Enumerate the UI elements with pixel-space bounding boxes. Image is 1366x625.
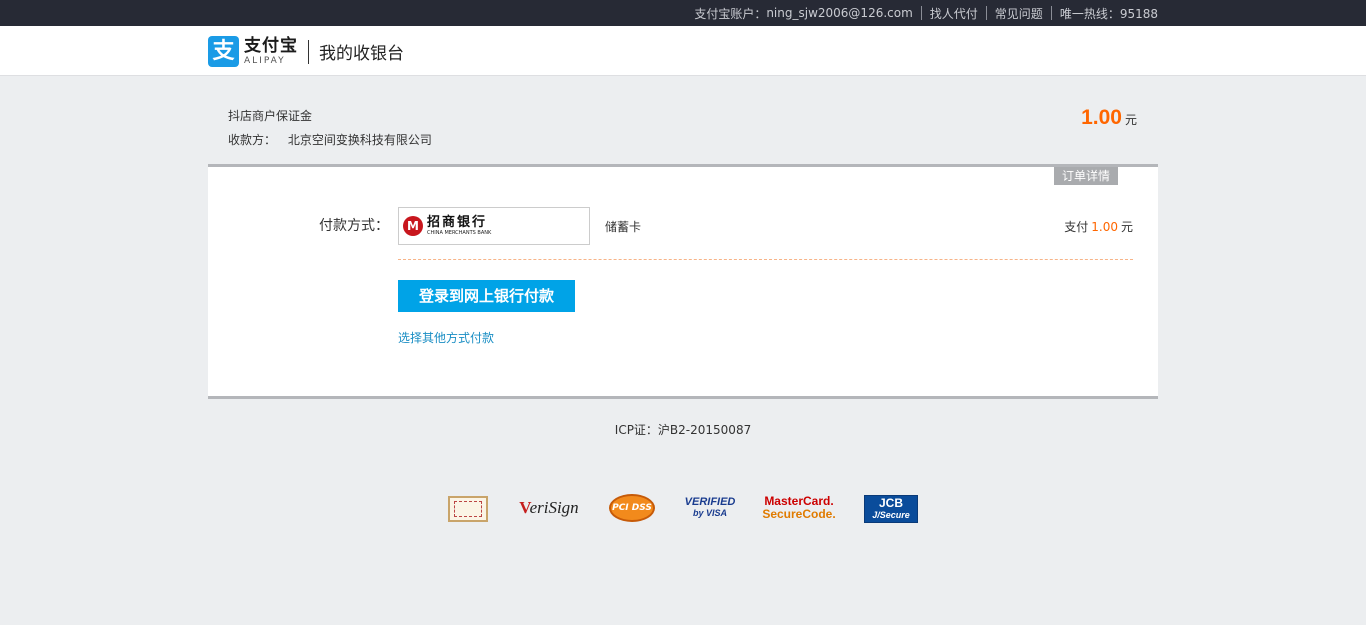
seal-inner (454, 501, 482, 517)
order-detail-tab[interactable]: 订单详情 (1054, 167, 1118, 185)
icp-license: ICP证：沪B2-20150087 (614, 423, 752, 437)
pay-unit: 元 (1120, 220, 1133, 234)
verisign-logo[interactable]: VeriSign (517, 492, 581, 524)
login-bank-button[interactable]: 登录到网上银行付款 (398, 280, 575, 312)
page-title: 我的收银台 (319, 44, 404, 64)
alipay-logo-icon: 支 (208, 36, 239, 67)
bank-name: 招商银行 CHINA MERCHANTS BANK (427, 215, 492, 237)
jcb-text: JCB (878, 496, 903, 510)
other-payment-link[interactable]: 选择其他方式付款 (398, 329, 494, 346)
pci-dss-badge: PCI DSS (609, 494, 655, 522)
alipay-logo[interactable]: 支 支付宝 ALIPAY 我的收银台 (208, 36, 404, 67)
card-type: 储蓄卡 (605, 220, 642, 234)
find-payer-link[interactable]: 找人代付 (922, 5, 986, 22)
visa-top-text: VERIFIED (684, 496, 736, 508)
order-info: 抖店商户保证金 收款方： 北京空间变换科技有限公司 (228, 108, 432, 148)
trust-seal-icon[interactable] (448, 496, 488, 522)
order-amount: 1.00 元 (1081, 106, 1137, 130)
logo-cn: 支付宝 (244, 36, 298, 56)
bank-name-en: CHINA MERCHANTS BANK (427, 230, 492, 236)
pci-dss-logo[interactable]: PCI DSS (608, 492, 656, 524)
pay-amount: 支付 1.00 元 (1064, 218, 1133, 235)
order-amount-value: 1.00 (1081, 106, 1122, 129)
hotline: 唯一热线：95188 (1059, 6, 1158, 21)
verified-by-visa-logo[interactable]: VERIFIED by VISA (684, 492, 736, 524)
bank-selector[interactable]: M 招商银行 CHINA MERCHANTS BANK (398, 207, 590, 245)
cmb-logo-icon: M (403, 216, 423, 236)
order-title: 抖店商户保证金 (228, 109, 313, 123)
order-amount-unit: 元 (1124, 113, 1137, 127)
account-label: 支付宝账户： (694, 6, 767, 21)
logo-divider (308, 39, 309, 64)
account-value[interactable]: ning_sjw2006@126.com (766, 6, 920, 20)
logo-text: 支付宝 ALIPAY (244, 36, 298, 67)
jsecure-text: J/Secure (872, 510, 910, 520)
top-bar: 支付宝账户： ning_sjw2006@126.com 找人代付 常见问题 唯一… (0, 0, 1366, 26)
pay-amount-value: 1.00 (1091, 220, 1118, 234)
mastercard-securecode-logo[interactable]: MasterCard. SecureCode. (762, 492, 836, 524)
payment-panel: 订单详情 付款方式： M 招商银行 CHINA MERCHANTS BANK 储… (208, 164, 1158, 399)
payment-method-label: 付款方式： (319, 218, 389, 234)
logo-en: ALIPAY (244, 56, 286, 66)
header: 支 支付宝 ALIPAY 我的收银台 (0, 26, 1366, 76)
faq-link[interactable]: 常见问题 (987, 5, 1051, 22)
top-links: 支付宝账户： ning_sjw2006@126.com 找人代付 常见问题 唯一… (686, 0, 1158, 26)
payee: 收款方： 北京空间变换科技有限公司 (228, 132, 432, 148)
pay-prefix: 支付 (1064, 220, 1089, 234)
visa-bottom-text: by VISA (692, 508, 727, 518)
securecode-text: SecureCode. (762, 507, 836, 521)
jcb-jsecure-logo[interactable]: JCB J/Secure (864, 495, 918, 523)
divider (398, 259, 1133, 260)
security-certs: VeriSign PCI DSS VERIFIED by VISA Master… (0, 492, 1366, 526)
payee-name: 北京空间变换科技有限公司 (287, 133, 432, 147)
bank-name-cn: 招商银行 (427, 215, 488, 230)
verisign-text: eriSign (529, 498, 579, 517)
payee-label: 收款方： (228, 133, 277, 147)
